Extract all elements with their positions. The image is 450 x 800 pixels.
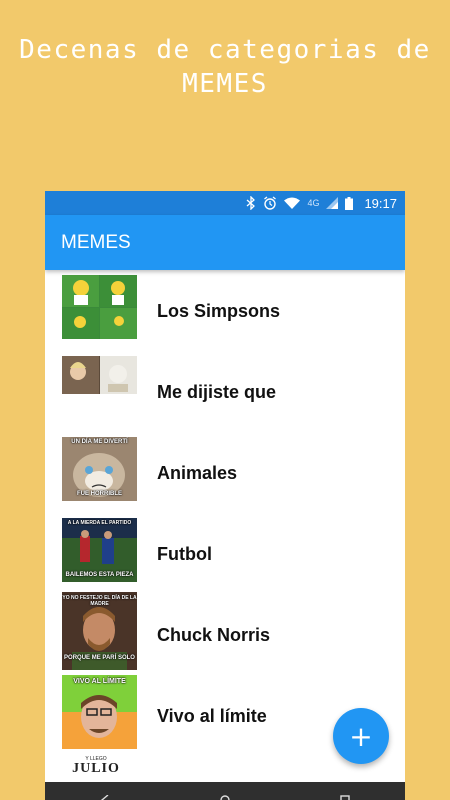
alarm-icon [263, 196, 277, 210]
status-bar: 4G 19:17 [45, 191, 405, 215]
promo-line-2: MEMES [182, 69, 268, 99]
category-label: Me dijiste que [157, 382, 277, 402]
list-item[interactable]: UN DÍA ME DIVERTÍ FUE HORRIBLE Animales [45, 428, 405, 509]
meme-caption-bottom: FUE HORRIBLE [77, 490, 122, 497]
meme-caption-top: UN DÍA ME DIVERTÍ [71, 438, 128, 445]
promo-line-1: Decenas de categorias de [19, 35, 431, 65]
vivo-al-limite-thumbnail: VIVO AL LÍMITE [62, 674, 137, 749]
category-label: Futbol [157, 544, 212, 564]
list-item[interactable]: A LA MIERDA EL PARTIDO BAILEMOS ESTA PIE… [45, 509, 405, 590]
promo-headline: Decenas de categorias de MEMES [0, 33, 450, 101]
category-label: Vivo al límite [157, 706, 267, 726]
simpsons-thumbnail [62, 274, 137, 339]
bluetooth-icon [246, 196, 256, 210]
add-button[interactable]: + [333, 708, 389, 764]
recents-icon[interactable] [340, 790, 350, 800]
woman-yelling-cat-thumbnail [62, 355, 137, 420]
category-label: Los Simpsons [157, 301, 281, 321]
wifi-icon [284, 197, 301, 209]
meme-caption-top: A LA MIERDA EL PARTIDO [67, 519, 132, 526]
list-item[interactable]: Me dijiste que [45, 347, 405, 428]
grumpy-cat-thumbnail: UN DÍA ME DIVERTÍ FUE HORRIBLE [62, 436, 137, 501]
category-label: Animales [157, 463, 238, 483]
meme-caption-bottom: PORQUE ME PARÍ SOLO [64, 654, 135, 661]
network-type-label: 4G [307, 198, 320, 208]
add-icon: + [349, 719, 373, 753]
app-bar-title: MEMES [61, 231, 131, 253]
clock: 19:17 [364, 195, 397, 211]
chuck-norris-thumbnail: YO NO FESTEJO EL DÍA DE LA MADRE PORQUE … [62, 591, 137, 670]
meme-caption-bottom: JULIO [72, 761, 120, 776]
meme-caption-top: YO NO FESTEJO EL DÍA DE LA MADRE [62, 594, 137, 607]
list-item[interactable]: YO NO FESTEJO EL DÍA DE LA MADRE PORQUE … [45, 590, 405, 671]
julio-thumbnail: Y LLEGÓ JULIO [62, 756, 130, 780]
phone-screen: 4G 19:17 MEMES Los Simpsons Me dijiste q… [45, 191, 405, 800]
system-nav-bar [45, 782, 405, 800]
list-item[interactable]: Los Simpsons [45, 266, 405, 347]
battery-icon [345, 196, 354, 210]
app-bar: MEMES [45, 215, 405, 270]
back-icon[interactable] [100, 790, 110, 800]
category-label: Chuck Norris [157, 625, 271, 645]
meme-caption-top: VIVO AL LÍMITE [73, 677, 126, 685]
meme-caption-bottom: BAILEMOS ESTA PIEZA [65, 571, 134, 578]
home-icon[interactable] [220, 790, 230, 800]
signal-icon [326, 197, 339, 209]
soccer-thumbnail: A LA MIERDA EL PARTIDO BAILEMOS ESTA PIE… [62, 517, 137, 582]
